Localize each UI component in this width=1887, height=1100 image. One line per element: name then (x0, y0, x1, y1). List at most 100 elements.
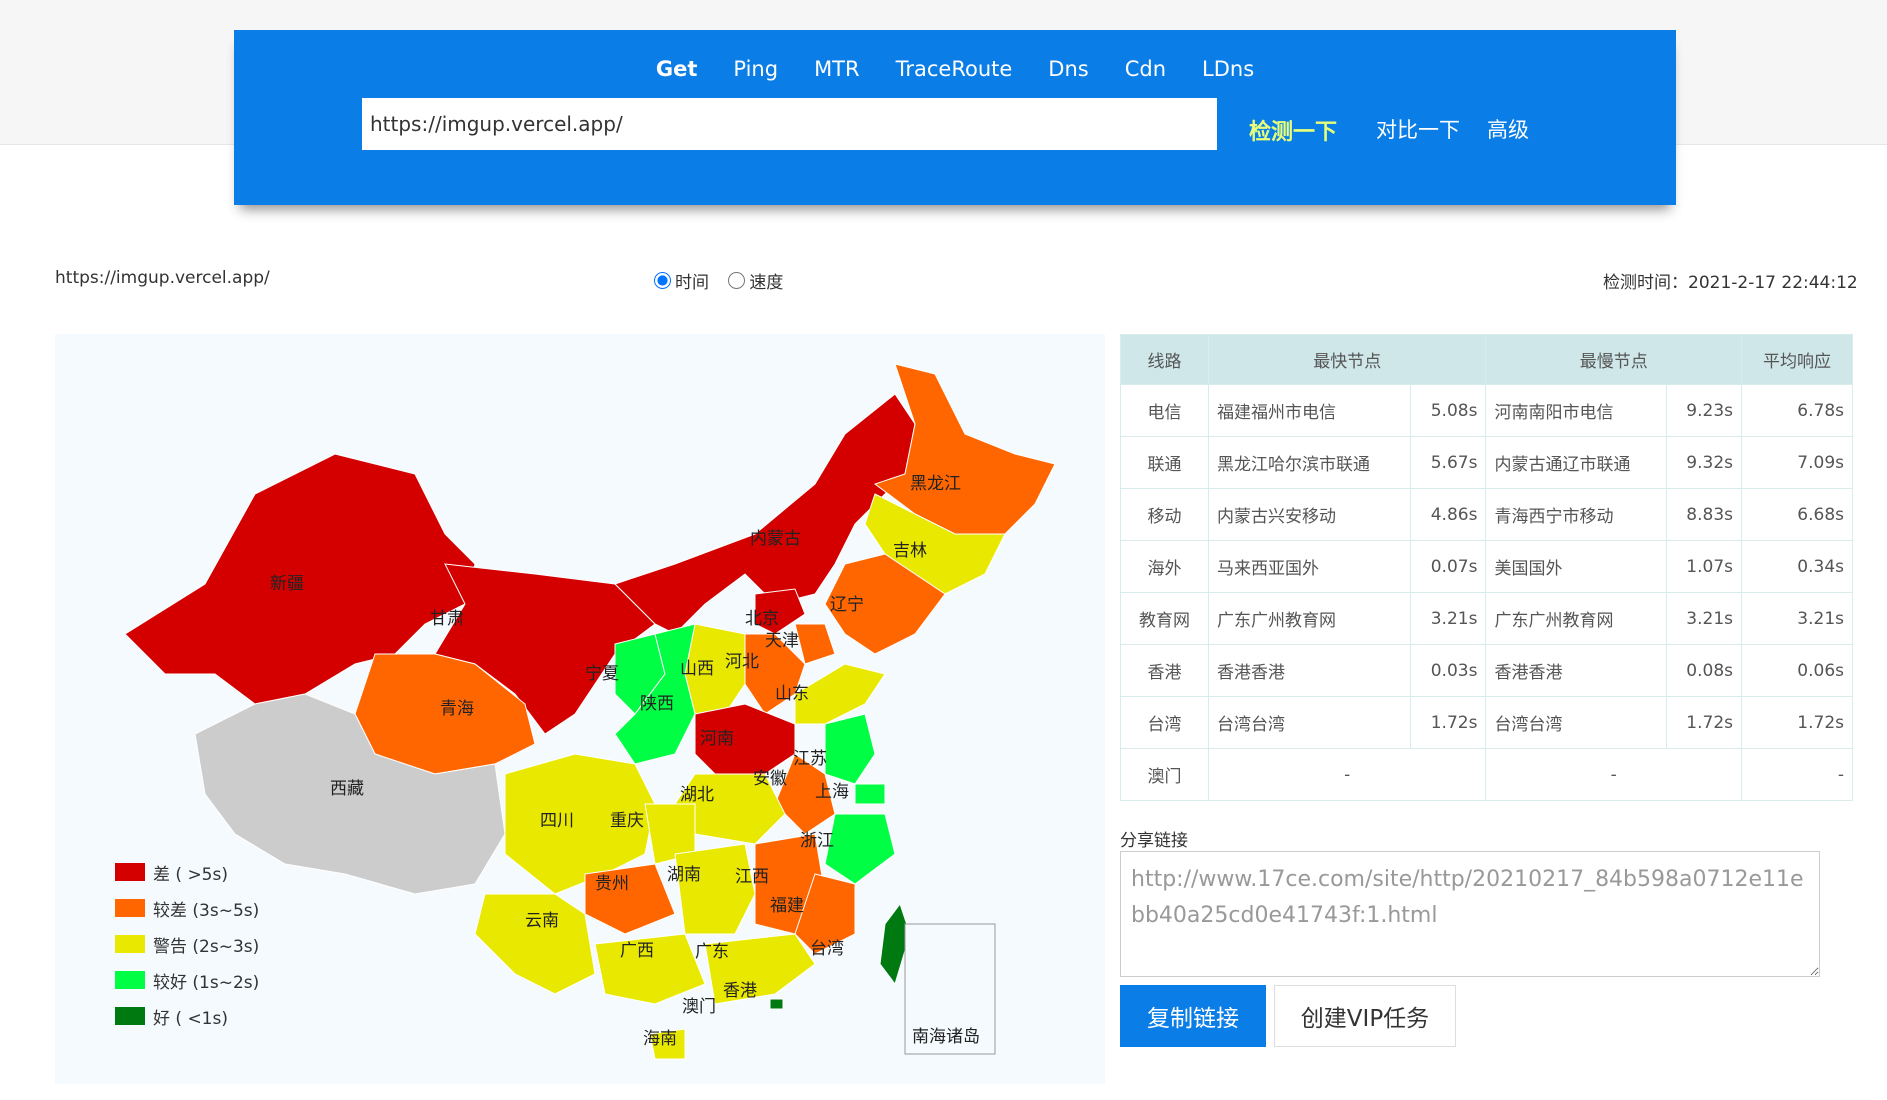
row-fastest-node: 黑龙江哈尔滨市联通 (1208, 436, 1411, 489)
table-row: 海外 马来西亚国外 0.07s 美国国外 1.07s 0.34s (1120, 540, 1853, 593)
row-slowest-time: 1.07s (1665, 540, 1743, 593)
row-slowest-node: 青海西宁市移动 (1485, 488, 1667, 541)
legend-label: 较差 (3s~5s) (153, 900, 260, 921)
map-legend: 差 ( >5s) 较差 (3s~5s) 警告 (2s~3s) 较好 (1s~2s… (115, 854, 259, 1034)
label-anhui: 安徽 (753, 769, 787, 789)
table-row: 澳门 - - - (1120, 748, 1853, 801)
tab-dns[interactable]: Dns (1030, 57, 1106, 81)
tool-tabs: Get Ping MTR TraceRoute Dns Cdn LDns (234, 57, 1676, 81)
row-average: 0.06s (1741, 644, 1853, 697)
label-guizhou: 贵州 (595, 874, 629, 894)
row-average: 0.34s (1741, 540, 1853, 593)
row-slowest-node: 河南南阳市电信 (1485, 384, 1667, 437)
row-fastest-time: 5.08s (1409, 384, 1487, 437)
advanced-button[interactable]: 高级 (1487, 114, 1529, 144)
col-line: 线路 (1120, 334, 1209, 385)
row-fastest-node: 内蒙古兴安移动 (1208, 488, 1411, 541)
table-row: 台湾 台湾台湾 1.72s 台湾台湾 1.72s 1.72s (1120, 696, 1853, 749)
row-average: 6.68s (1741, 488, 1853, 541)
row-fastest-time: 1.72s (1409, 696, 1487, 749)
metric-toggle: 时间 速度 (654, 268, 797, 294)
row-average: - (1741, 748, 1853, 801)
label-hebei: 河北 (725, 652, 759, 672)
row-fastest-node: - (1207, 748, 1487, 801)
results-table-wrap: 线路 最快节点 最慢节点 平均响应 电信 福建福州市电信 5.08s 河南南阳市电信 9… (1120, 334, 1853, 801)
table-row: 联通 黑龙江哈尔滨市联通 5.67s 内蒙古通辽市联通 9.32s 7.09s (1120, 436, 1853, 489)
label-jiangxi: 江西 (735, 867, 769, 887)
label-fujian: 福建 (770, 896, 804, 916)
row-fastest-time: 0.03s (1409, 644, 1487, 697)
row-slowest-node: 美国国外 (1485, 540, 1667, 593)
create-vip-task-button[interactable]: 创建VIP任务 (1274, 985, 1456, 1047)
label-qinghai: 青海 (440, 699, 474, 719)
tab-mtr[interactable]: MTR (796, 57, 878, 81)
tab-get[interactable]: Get (638, 57, 716, 81)
check-time: 检测时间：2021-2-17 22:44:12 (1603, 273, 1858, 293)
table-header-row: 线路 最快节点 最慢节点 平均响应 (1120, 334, 1853, 385)
radio-speed-input[interactable] (728, 272, 746, 289)
row-line: 海外 (1120, 540, 1209, 593)
tab-ldns[interactable]: LDns (1184, 57, 1272, 81)
row-average: 3.21s (1741, 592, 1853, 645)
row-average: 7.09s (1741, 436, 1853, 489)
radio-speed[interactable]: 速度 (728, 268, 783, 293)
radio-time[interactable]: 时间 (654, 268, 709, 293)
row-slowest-time: 0.08s (1665, 644, 1743, 697)
label-tibet: 西藏 (330, 779, 364, 799)
row-fastest-node: 马来西亚国外 (1208, 540, 1411, 593)
table-row: 电信 福建福州市电信 5.08s 河南南阳市电信 9.23s 6.78s (1120, 384, 1853, 437)
legend-item: 警告 (2s~3s) (115, 926, 259, 962)
legend-swatch (115, 971, 145, 989)
label-hunan: 湖南 (667, 865, 701, 885)
tested-url: https://imgup.vercel.app/ (55, 268, 270, 288)
label-hubei: 湖北 (680, 785, 714, 805)
label-hainan: 海南 (643, 1029, 677, 1049)
label-jiangsu: 江苏 (793, 749, 827, 769)
label-shandong: 山东 (775, 684, 809, 704)
radio-time-label: 时间 (675, 273, 709, 293)
table-row: 移动 内蒙古兴安移动 4.86s 青海西宁市移动 8.83s 6.68s (1120, 488, 1853, 541)
label-yunnan: 云南 (525, 911, 559, 931)
label-henan: 河南 (700, 729, 734, 749)
radio-time-input[interactable] (654, 272, 671, 289)
tab-ping[interactable]: Ping (715, 57, 796, 81)
tab-traceroute[interactable]: TraceRoute (878, 57, 1031, 81)
row-slowest-time: 1.72s (1665, 696, 1743, 749)
compare-button[interactable]: 对比一下 (1376, 114, 1460, 144)
row-line: 联通 (1120, 436, 1209, 489)
legend-item: 差 ( >5s) (115, 854, 259, 890)
label-guangdong: 广东 (695, 942, 729, 962)
row-slowest-node: 内蒙古通辽市联通 (1485, 436, 1667, 489)
label-shanxi: 山西 (680, 659, 714, 679)
label-sichuan: 四川 (540, 811, 574, 831)
col-fastest: 最快节点 (1207, 334, 1487, 385)
row-slowest-time: 8.83s (1665, 488, 1743, 541)
row-slowest-node: 台湾台湾 (1485, 696, 1667, 749)
label-hongkong: 香港 (723, 981, 757, 1001)
label-gansu: 甘肃 (430, 609, 464, 629)
check-button[interactable]: 检测一下 (1249, 114, 1337, 146)
row-fastest-time: 4.86s (1409, 488, 1487, 541)
tab-cdn[interactable]: Cdn (1107, 57, 1184, 81)
row-fastest-time: 3.21s (1409, 592, 1487, 645)
label-guangxi: 广西 (620, 941, 654, 961)
legend-label: 警告 (2s~3s) (153, 936, 260, 957)
row-slowest-time: 9.32s (1665, 436, 1743, 489)
row-fastest-time: 0.07s (1409, 540, 1487, 593)
label-heilongjiang: 黑龙江 (910, 474, 961, 494)
row-fastest-node: 台湾台湾 (1208, 696, 1411, 749)
row-line: 台湾 (1120, 696, 1209, 749)
share-link-textarea[interactable]: http://www.17ce.com/site/http/20210217_8… (1120, 851, 1820, 977)
label-macau: 澳门 (682, 997, 716, 1017)
copy-link-button[interactable]: 复制链接 (1120, 985, 1266, 1047)
legend-swatch (115, 863, 145, 881)
label-chongqing: 重庆 (610, 811, 644, 831)
label-tianjin: 天津 (765, 631, 799, 651)
label-beijing: 北京 (745, 609, 779, 629)
search-banner: Get Ping MTR TraceRoute Dns Cdn LDns 检测一… (234, 30, 1676, 205)
legend-item: 较差 (3s~5s) (115, 890, 259, 926)
url-input[interactable] (362, 98, 1217, 150)
legend-item: 好 ( <1s) (115, 998, 259, 1034)
legend-item: 较好 (1s~2s) (115, 962, 259, 998)
row-line: 电信 (1120, 384, 1209, 437)
